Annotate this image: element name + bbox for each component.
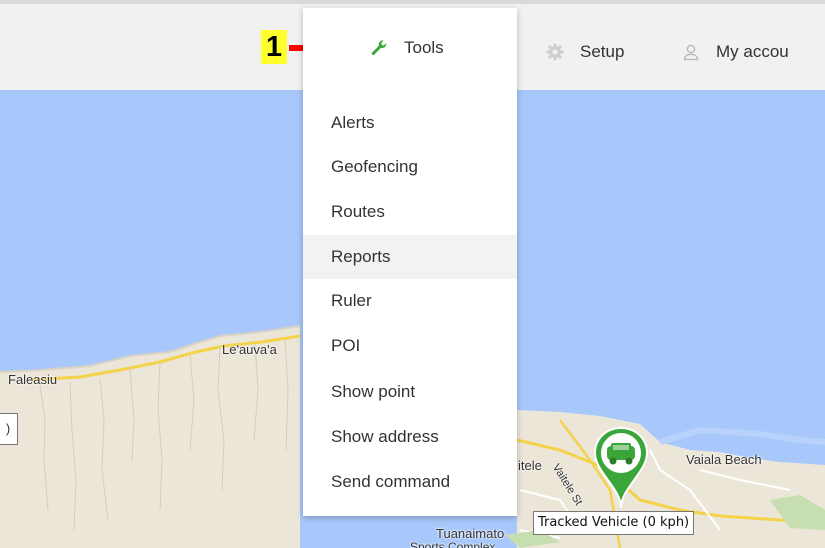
map-label-leauvaa: Le'auva'a — [222, 342, 277, 357]
nav-my-account-label: My accou — [716, 42, 789, 61]
menu-item-reports[interactable]: Reports — [303, 235, 517, 279]
map-zoom-control[interactable]: ) — [0, 413, 18, 445]
menu-item-routes[interactable]: Routes — [303, 190, 517, 234]
tools-dropdown-menu: Alerts Geofencing Routes Reports Ruler P… — [303, 8, 517, 516]
nav-my-account[interactable]: My accou — [680, 38, 789, 66]
nav-tools-open[interactable]: Tools — [368, 34, 444, 62]
map-label-faleasiu: Faleasiu — [8, 372, 58, 387]
map-label-tuanaimato: Tuanaimato — [436, 526, 505, 541]
map-label-sports-complex: Sports Complex — [410, 540, 496, 548]
map-label-itele: itele — [518, 458, 542, 473]
vehicle-label[interactable]: Tracked Vehicle (0 kph) — [533, 511, 695, 535]
nav-setup-label: Setup — [580, 42, 625, 61]
menu-item-alerts[interactable]: Alerts — [303, 101, 517, 145]
menu-item-poi[interactable]: POI — [303, 324, 517, 368]
gear-icon — [544, 41, 566, 63]
vehicle-pin-icon[interactable] — [593, 426, 649, 510]
wrench-icon — [368, 37, 390, 59]
nav-setup[interactable]: Setup — [544, 38, 624, 66]
nav-tools-open-label: Tools — [404, 38, 444, 57]
menu-item-send-command[interactable]: Send command — [303, 460, 517, 504]
user-icon — [680, 41, 702, 63]
menu-item-ruler[interactable]: Ruler — [303, 279, 517, 323]
map-label-vaiala-beach: Vaiala Beach — [686, 452, 762, 467]
menu-item-show-point[interactable]: Show point — [303, 370, 517, 414]
annotation-step-badge: 1 — [261, 30, 287, 64]
menu-item-geofencing[interactable]: Geofencing — [303, 145, 517, 189]
menu-item-show-address[interactable]: Show address — [303, 415, 517, 459]
